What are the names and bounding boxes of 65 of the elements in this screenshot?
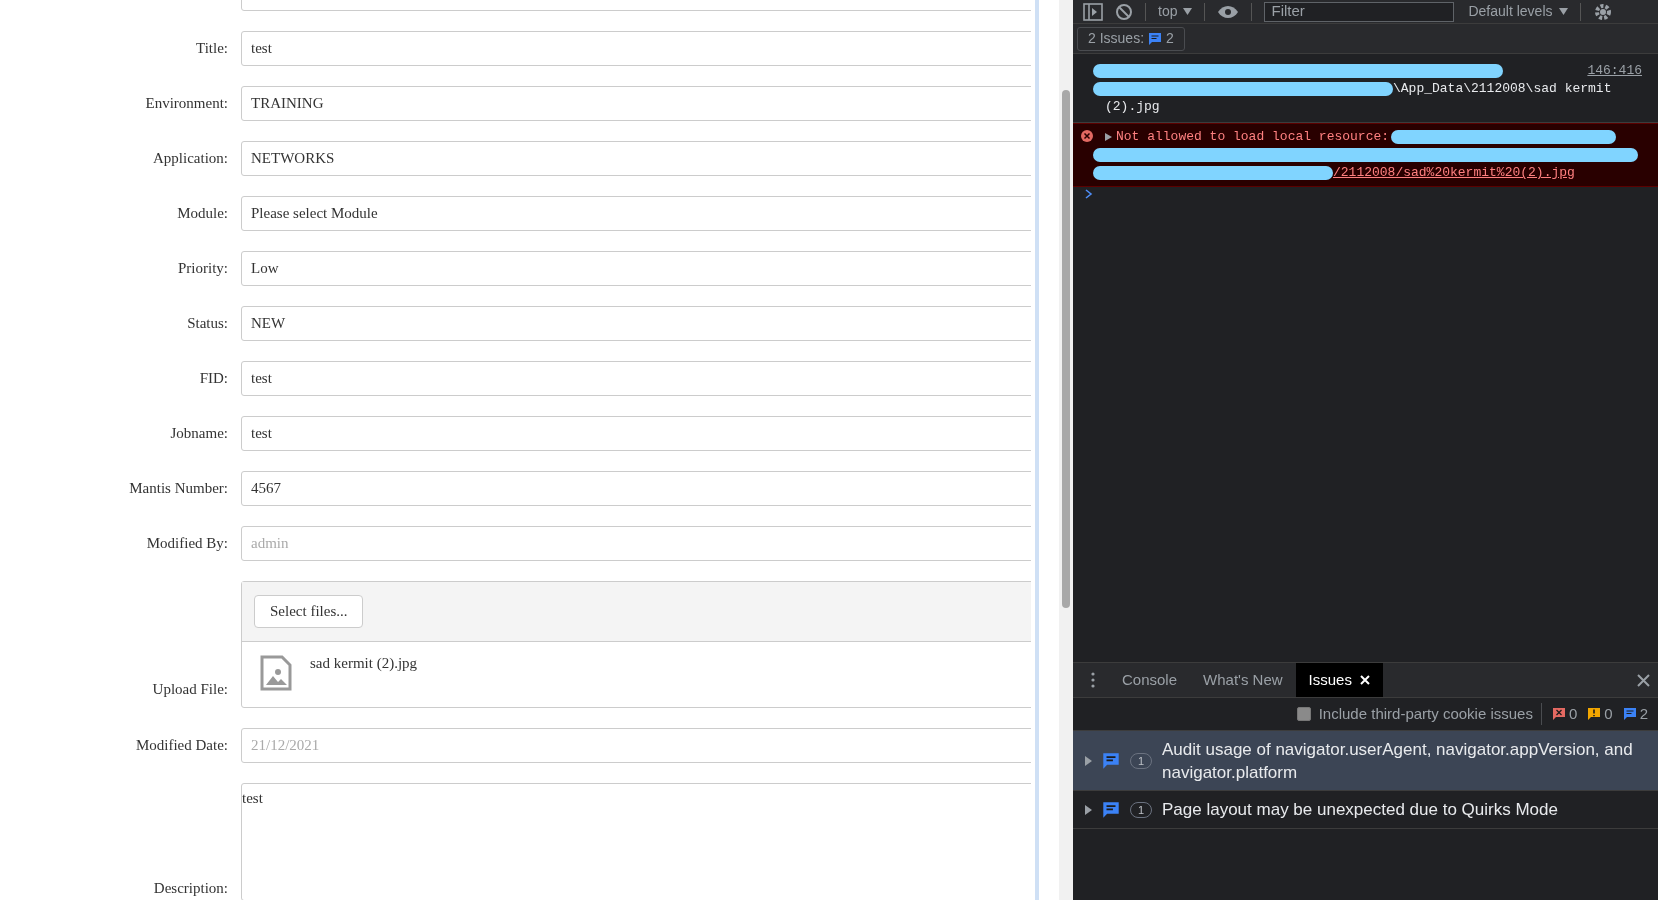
issue-title: Audit usage of navigator.userAgent, navigator.appVersion, and navigator.platform <box>1162 738 1634 784</box>
field-label: Title: <box>196 39 228 59</box>
field-label: FID: <box>199 369 228 389</box>
expand-triangle-icon[interactable] <box>1085 755 1092 766</box>
image-file-icon <box>260 655 292 691</box>
issue-row[interactable]: 1 Audit usage of navigator.userAgent, navigator.appVersion, and navigator.platform <box>1073 731 1658 791</box>
field-label: Status: <box>187 314 228 334</box>
field-label: Priority: <box>178 259 228 279</box>
input-field[interactable]: 4567 <box>241 471 1031 506</box>
select-files-button[interactable]: Select files... <box>254 595 364 628</box>
field-label: Application: <box>153 149 228 169</box>
filter-field[interactable]: Filter <box>1264 1 1455 22</box>
expand-triangle-icon[interactable] <box>1105 133 1112 141</box>
input-field[interactable]: TRAINING <box>241 86 1031 121</box>
field-label: Description: <box>153 878 228 898</box>
source-link[interactable]: 146:416 <box>1587 62 1642 80</box>
input-field[interactable]: NEW <box>241 306 1031 341</box>
message-icon <box>1102 800 1120 819</box>
input-field[interactable]: NETWORKS <box>241 141 1031 176</box>
issue-count: 0 <box>1604 703 1613 724</box>
log-message: \App_Data\2112008\sad kermit <box>1393 80 1612 98</box>
issues-button[interactable]: 2 Issues: 2 <box>1077 26 1185 51</box>
field-label: Upload File: <box>152 679 228 699</box>
message-icon <box>1102 751 1120 770</box>
message-icon <box>1622 707 1637 721</box>
description-field[interactable]: test <box>241 783 1031 900</box>
log-message: (2).jpg <box>1104 98 1161 116</box>
prompt-icon[interactable] <box>1085 189 1093 199</box>
issue-title: Page layout may be unexpected due to Quirks Mode <box>1162 799 1558 821</box>
error-count-icon <box>1551 707 1566 721</box>
resource-link[interactable]: /2112008/sad%20kermit%20(2).jpg <box>1333 164 1575 182</box>
caret-icon[interactable] <box>1183 8 1193 15</box>
scrollbar-thumb[interactable] <box>1062 90 1070 608</box>
input-field[interactable]: test <box>241 361 1031 396</box>
input-field[interactable]: Please select Module <box>241 196 1031 231</box>
expand-triangle-icon[interactable] <box>1085 804 1092 815</box>
drawer-tab[interactable]: Console <box>1109 663 1191 697</box>
field-label: Environment: <box>145 94 228 114</box>
file-name: sad kermit (2).jpg <box>310 654 418 673</box>
caret-icon[interactable] <box>1558 8 1568 15</box>
error-message: Not allowed to load local resource: <box>1116 128 1390 146</box>
field-label: Modified By: <box>146 534 228 554</box>
message-icon <box>1148 31 1163 46</box>
eye-icon[interactable] <box>1217 4 1240 19</box>
issue-count: 0 <box>1568 703 1578 724</box>
checkbox-label: Include third-party cookie issues <box>1318 702 1542 726</box>
input-field[interactable]: Low <box>241 251 1031 286</box>
field-label: Modified Date: <box>135 736 228 756</box>
checkbox[interactable] <box>1296 707 1311 721</box>
error-icon[interactable] <box>1081 130 1093 142</box>
input-field[interactable]: test <box>241 416 1031 451</box>
drawer-tab[interactable]: Issues <box>1295 663 1383 697</box>
input-field[interactable]: test <box>241 31 1031 66</box>
issue-count: 2 <box>1639 703 1648 724</box>
sidebar-toggle-icon[interactable] <box>1083 2 1103 21</box>
context-dropdown[interactable]: top <box>1158 1 1193 22</box>
field-label: Module: <box>177 204 228 224</box>
field-label: Mantis Number: <box>129 479 228 499</box>
settings-icon[interactable] <box>1592 1 1613 22</box>
field-label: Jobname: <box>170 424 228 444</box>
drawer-tab[interactable]: What's New <box>1190 663 1296 697</box>
clear-console-icon[interactable] <box>1115 2 1133 21</box>
warning-count-icon <box>1587 707 1602 721</box>
levels-dropdown[interactable]: Default levels <box>1468 1 1568 22</box>
more-options-icon[interactable] <box>1091 672 1095 688</box>
